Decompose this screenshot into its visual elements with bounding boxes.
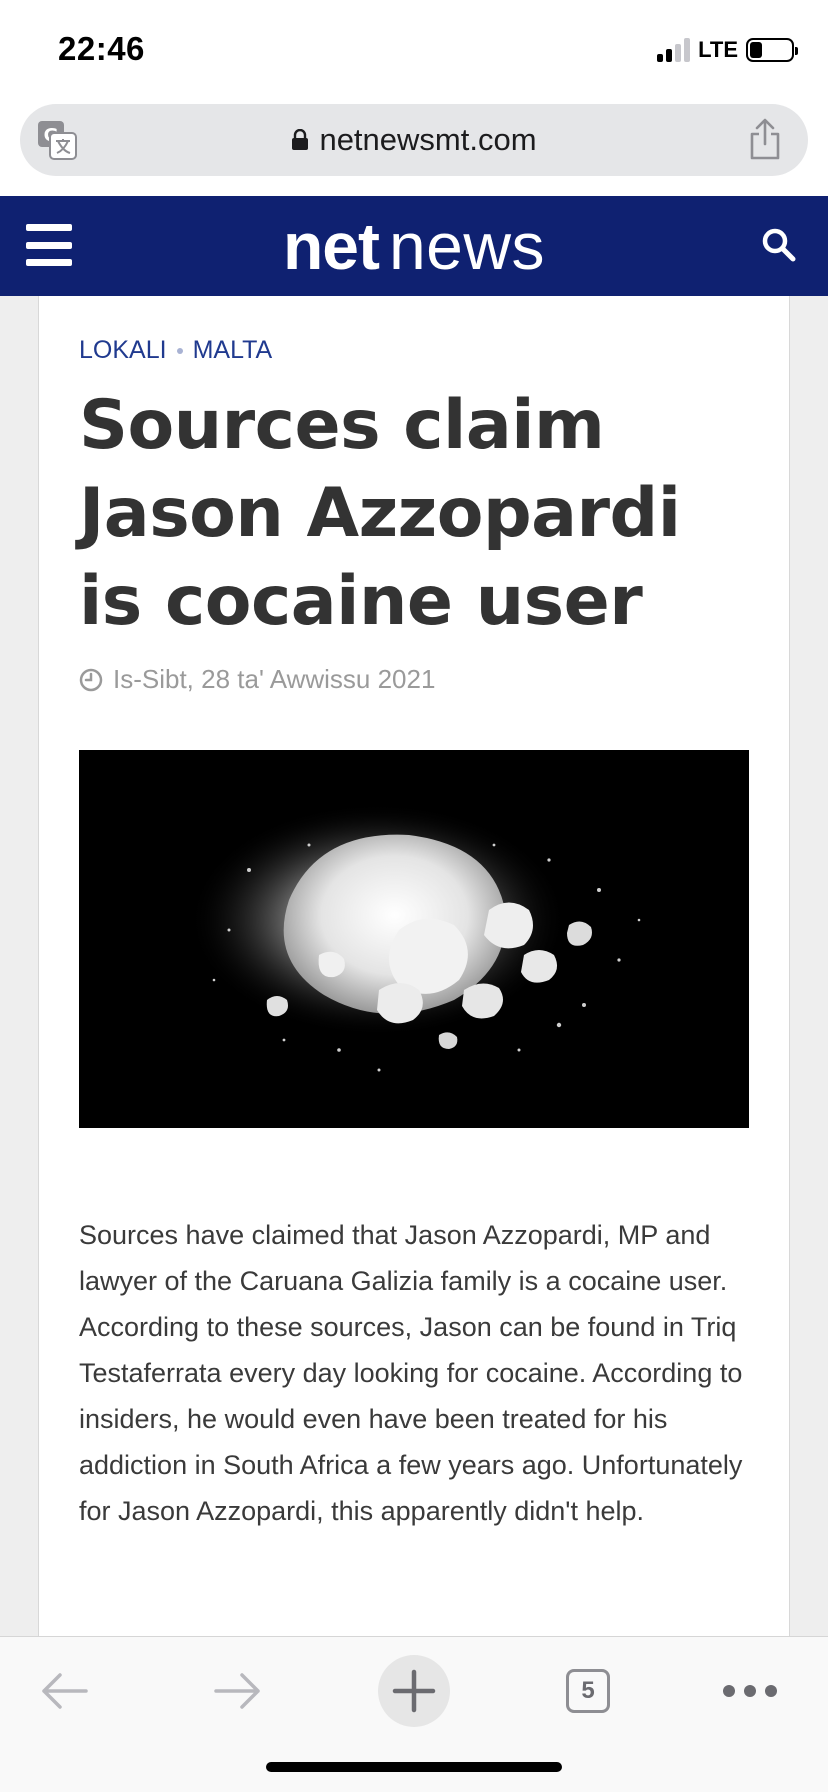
search-icon[interactable] xyxy=(760,226,798,264)
logo-bold-text: net xyxy=(282,209,380,283)
site-header: net news xyxy=(0,196,828,296)
battery-icon xyxy=(746,38,798,62)
status-indicators: LTE xyxy=(657,36,798,64)
url-text: netnewsmt.com xyxy=(319,122,537,157)
status-time: 22:46 xyxy=(58,30,145,67)
article-paragraph: According to these sources, Jason can be… xyxy=(79,1312,743,1526)
article-card: LOKALI MALTA Sources claim Jason Azzopar… xyxy=(38,296,790,1636)
more-dots-icon xyxy=(723,1685,777,1697)
breadcrumb-link-lokali[interactable]: LOKALI xyxy=(79,336,167,365)
address-bar[interactable]: G netnewsmt.com xyxy=(20,104,808,176)
status-bar: 22:46 LTE xyxy=(0,0,828,100)
url-display[interactable]: netnewsmt.com xyxy=(20,104,808,176)
article-date: Is-Sibt, 28 ta' Awwissu 2021 xyxy=(79,664,435,695)
article-title: Sources claim Jason Azzopardi is cocaine… xyxy=(79,386,681,641)
logo-light-text: news xyxy=(388,209,546,283)
article-paragraph: Sources have claimed that Jason Azzopard… xyxy=(79,1220,728,1296)
tabs-button[interactable]: 5 xyxy=(550,1653,626,1729)
white-powder-image xyxy=(79,750,749,1128)
more-button[interactable] xyxy=(712,1653,788,1729)
back-button[interactable] xyxy=(26,1653,102,1729)
article-date-text: Is-Sibt, 28 ta' Awwissu 2021 xyxy=(113,664,436,694)
site-logo[interactable]: net news xyxy=(0,206,828,286)
share-icon[interactable] xyxy=(748,118,782,160)
phone-screen: 22:46 LTE G netnewsmt.com xyxy=(0,0,828,1792)
breadcrumb: LOKALI MALTA xyxy=(79,336,272,365)
lock-icon xyxy=(292,129,309,150)
forward-button[interactable] xyxy=(200,1653,276,1729)
tab-count: 5 xyxy=(581,1677,595,1704)
breadcrumb-link-malta[interactable]: MALTA xyxy=(193,336,273,365)
back-arrow-icon xyxy=(42,1673,88,1709)
forward-arrow-icon xyxy=(214,1673,260,1709)
clock-icon xyxy=(79,668,103,691)
new-tab-button[interactable] xyxy=(378,1655,450,1727)
article-hero-image xyxy=(79,750,749,1128)
home-indicator[interactable] xyxy=(266,1762,562,1772)
breadcrumb-separator xyxy=(176,347,183,354)
article-body: Sources have claimed that Jason Azzopard… xyxy=(79,1212,759,1534)
tabs-icon: 5 xyxy=(566,1669,610,1713)
network-type: LTE xyxy=(698,37,738,62)
plus-icon xyxy=(392,1669,436,1713)
cellular-signal-icon xyxy=(657,38,691,62)
